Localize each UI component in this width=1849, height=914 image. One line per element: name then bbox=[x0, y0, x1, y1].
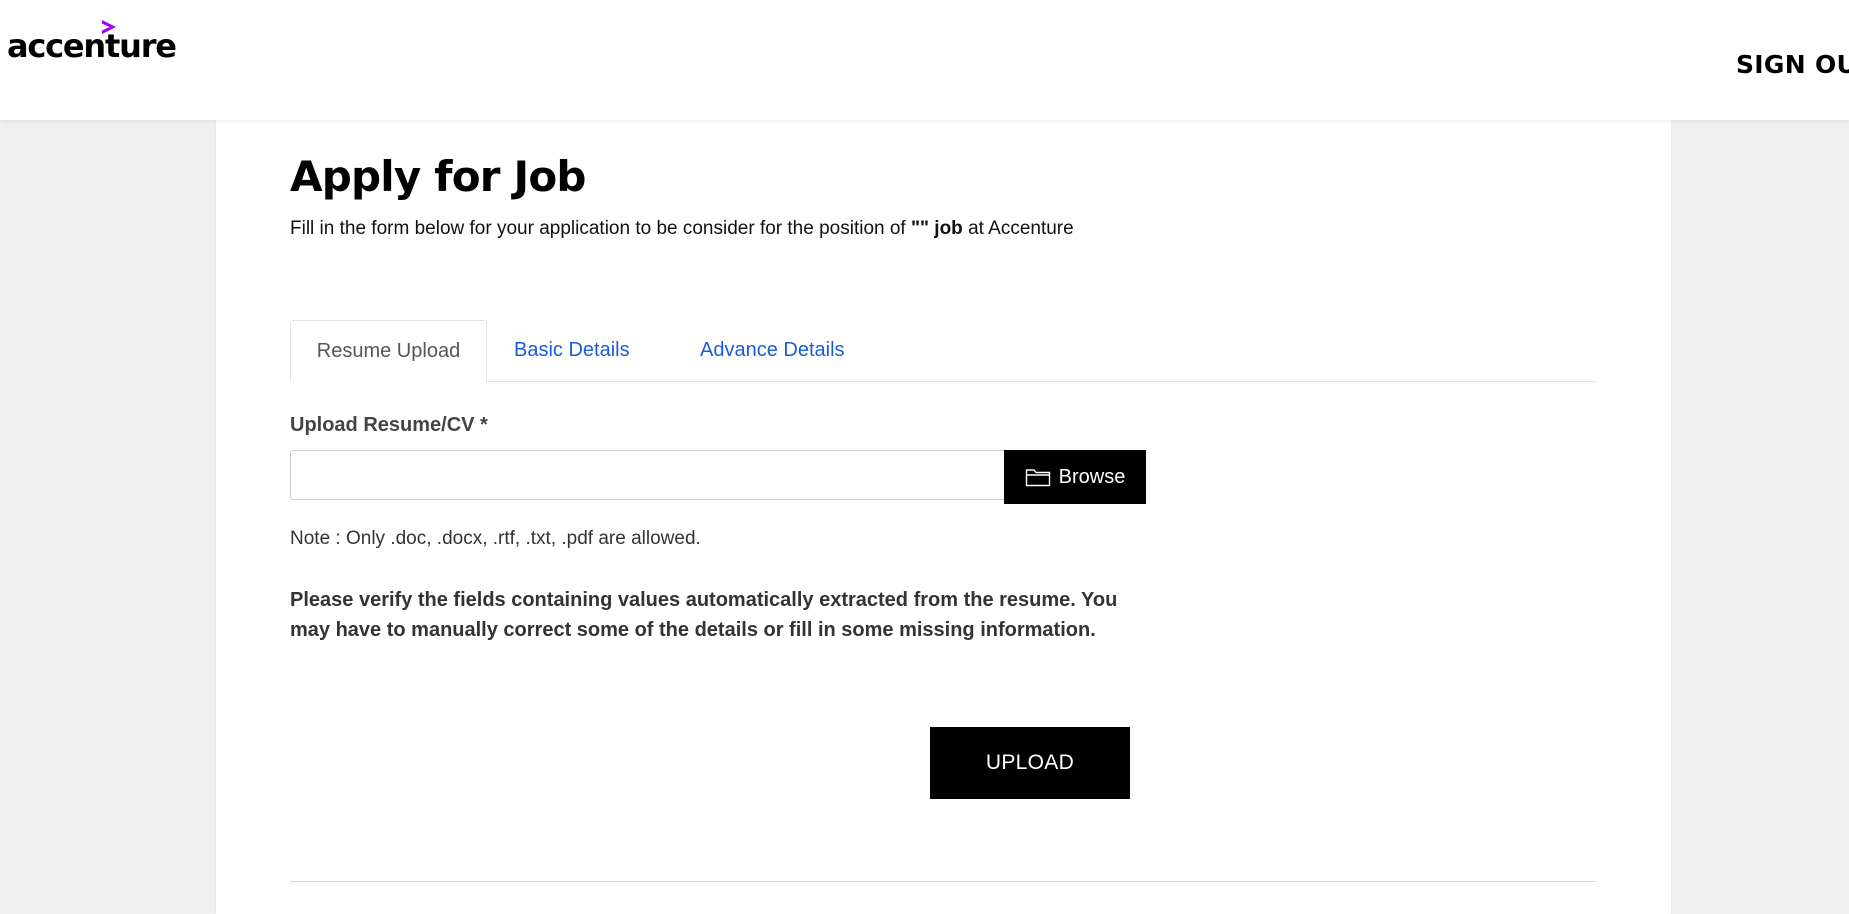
page-subtitle: Fill in the form below for your applicat… bbox=[290, 218, 1074, 240]
subtitle-prefix: Fill in the form below for your applicat… bbox=[290, 218, 911, 239]
upload-button[interactable]: UPLOAD bbox=[930, 727, 1130, 799]
verify-instructions: Please verify the fields containing valu… bbox=[290, 589, 1118, 641]
tab-resume-upload[interactable]: Resume Upload bbox=[290, 320, 487, 382]
upload-resume-label: Upload Resume/CV * bbox=[290, 414, 488, 436]
sign-out-link[interactable]: SIGN OUT bbox=[1736, 50, 1849, 79]
section-divider bbox=[290, 881, 1596, 882]
tab-advance-details[interactable]: Advance Details bbox=[700, 320, 845, 380]
folder-icon bbox=[1025, 469, 1050, 487]
page-title: Apply for Job bbox=[290, 152, 586, 201]
browse-button-label: Browse bbox=[1058, 465, 1126, 488]
logo-text: accenture bbox=[7, 27, 177, 65]
resume-file-input[interactable] bbox=[290, 450, 1004, 500]
top-header: accenture SIGN OUT bbox=[0, 0, 1849, 120]
browse-button[interactable]: Browse bbox=[1004, 450, 1146, 504]
file-type-note: Note : Only .doc, .docx, .rtf, .txt, .pd… bbox=[290, 528, 701, 549]
subtitle-job: "" job bbox=[911, 218, 963, 239]
subtitle-suffix: at Accenture bbox=[962, 218, 1074, 239]
accenture-logo[interactable]: accenture bbox=[7, 18, 177, 68]
application-card: Apply for Job Fill in the form below for… bbox=[216, 120, 1671, 914]
application-tabs: Resume Upload Basic Details Advance Deta… bbox=[290, 320, 1596, 382]
tab-basic-details[interactable]: Basic Details bbox=[514, 320, 630, 380]
